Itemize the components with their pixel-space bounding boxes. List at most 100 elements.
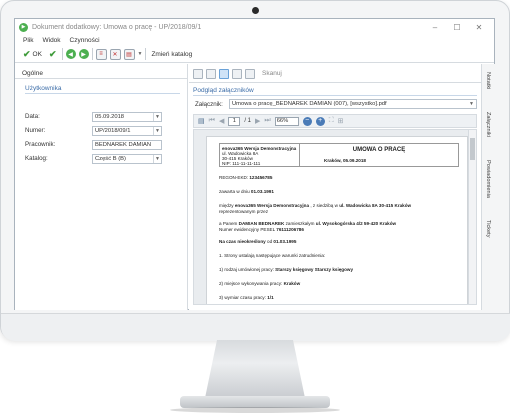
number-field[interactable]: UP/2018/09/1 ▼ xyxy=(92,126,162,136)
employer-address: ul. Wadowicka 8A 30-415 Kraków xyxy=(339,203,412,208)
conditions-line: 1. Strony ustalają następujące warunki z… xyxy=(219,253,326,258)
document-title: UMOWA O PRACĘ xyxy=(352,147,406,153)
toolbar-divider xyxy=(91,48,93,60)
chevron-down-icon[interactable]: ▼ xyxy=(153,155,161,163)
copy-attachment-icon[interactable] xyxy=(206,68,216,79)
add-attachment-icon[interactable] xyxy=(193,68,203,79)
page-total: / 1 xyxy=(244,118,251,124)
save-icon[interactable] xyxy=(245,68,255,79)
vertical-scrollbar[interactable] xyxy=(468,130,476,304)
ok-button[interactable]: ✔ OK xyxy=(21,48,44,61)
change-catalog-label: Zmień katalog xyxy=(151,50,193,58)
chevron-down-icon[interactable]: ▼ xyxy=(153,127,161,135)
last-page-icon[interactable]: ⏭ xyxy=(264,117,270,125)
workplace-value: Kraków xyxy=(283,281,301,286)
monitor-stand xyxy=(205,340,305,398)
employer-name: enova365 Wersja Demonstracyjna xyxy=(234,203,310,208)
camera-dot xyxy=(252,7,259,14)
grid-icon[interactable] xyxy=(232,68,242,79)
tab-divider xyxy=(15,78,188,79)
date-field[interactable]: 05.09.2018 ▼ xyxy=(92,112,162,122)
residing-text: zamieszkałym xyxy=(284,221,316,226)
worktime-label: 3) wymiar czasu pracy: xyxy=(219,295,268,300)
close-button[interactable]: ✕ xyxy=(468,23,490,32)
scan-button[interactable]: Skanuj xyxy=(262,70,282,77)
seat-text: , z siedzibą w xyxy=(309,203,340,208)
workplace-line: 2) miejsce wykonywania pracy: Kraków xyxy=(219,281,300,286)
app-icon: ▶ xyxy=(19,22,28,32)
title-block: UMOWA O PRACĘ Kraków, 05.09.2018 xyxy=(300,144,458,166)
zoom-out-icon[interactable]: − xyxy=(302,116,312,126)
maximize-button[interactable]: ☐ xyxy=(446,23,468,32)
menu-bar: Plik Widok Czynności xyxy=(15,35,494,46)
attachment-value: Umowa o pracę_BEDNAREK DAMIAN (007), [ws… xyxy=(232,101,387,107)
prev-page-icon[interactable]: ◀ xyxy=(219,117,224,125)
left-panel: Ogólne Użytkownika Data: 05.09.2018 ▼ Nu… xyxy=(15,64,188,310)
page-input[interactable]: 1 xyxy=(228,116,241,126)
attachment-toolbar: Skanuj xyxy=(193,67,282,80)
employee-field[interactable]: BEDNAREK DAMIAN xyxy=(92,140,162,150)
menu-czynnosci[interactable]: Czynności xyxy=(70,37,100,44)
zoom-in-icon[interactable]: + xyxy=(315,116,325,126)
right-panel: Skanuj Podgląd załączników Załącznik: Um… xyxy=(189,64,481,310)
tab-powiadomienia[interactable]: Powiadomienia xyxy=(485,160,491,198)
forward-arrow-icon[interactable]: ▶ xyxy=(78,49,89,59)
employee-address: ul. Wysokogórska 4/2 59-420 Kraków xyxy=(315,221,397,226)
tab-tickety[interactable]: Tickety xyxy=(485,220,491,238)
date-label: Data: xyxy=(25,113,40,120)
period-type: Na czas nieokreślony xyxy=(219,239,266,244)
pesel-value: 76111206786 xyxy=(276,227,304,232)
ok-label: OK xyxy=(32,50,42,58)
app-window: ▶ Dokument dodatkowy: Umowa o pracę - UP… xyxy=(14,18,496,310)
print-icon[interactable]: ▤ xyxy=(123,48,135,60)
attachment-label: Załącznik: xyxy=(195,101,223,108)
preview-title: Podgląd załączników xyxy=(193,87,254,94)
employee-name: DAMIAN BEDNAREK xyxy=(238,221,285,226)
window-title: Dokument dodatkowy: Umowa o pracę - UP/2… xyxy=(32,23,202,31)
attachment-select[interactable]: Umowa o pracę_BEDNAREK DAMIAN (007), [ws… xyxy=(229,99,477,109)
print-icon[interactable]: ▤ xyxy=(198,117,205,125)
title-bar: ▶ Dokument dodatkowy: Umowa o pracę - UP… xyxy=(15,19,494,35)
regon-label: REGON-EKD: xyxy=(219,175,250,180)
catalog-field[interactable]: Część B (B) ▼ xyxy=(92,154,162,164)
dropdown-arrow-icon[interactable]: ▼ xyxy=(138,51,143,57)
catalog-label: Katalog: xyxy=(25,155,48,162)
stand-shadow xyxy=(170,407,340,413)
group-title: Użytkownika xyxy=(25,85,62,92)
tab-ogolne[interactable]: Ogólne xyxy=(19,69,46,78)
back-arrow-icon[interactable]: ◀ xyxy=(65,49,76,59)
between-text: między xyxy=(219,203,235,208)
employee-label: Pracownik: xyxy=(25,141,56,148)
delete-icon[interactable]: ✕ xyxy=(109,48,121,60)
tab-notatki[interactable]: Notatki xyxy=(485,72,491,89)
concluded-date: 01.03.1991 xyxy=(250,189,274,194)
apply-button[interactable]: ✔ xyxy=(47,48,59,61)
job-type-label: 1) rodzaj umówionej pracy: xyxy=(219,267,276,272)
menu-widok[interactable]: Widok xyxy=(42,37,60,44)
job-type-line: 1) rodzaj umówionej pracy: Starszy księg… xyxy=(219,267,353,272)
tree-icon[interactable]: ≡ xyxy=(95,48,107,60)
tab-zalaczniki[interactable]: Załączniki xyxy=(485,112,491,137)
monitor-chin xyxy=(1,313,510,341)
concluded-label: zawarta w dniu xyxy=(219,189,251,194)
menu-plik[interactable]: Plik xyxy=(23,37,33,44)
fit-width-icon[interactable]: ⊞ xyxy=(338,117,344,125)
zoom-select[interactable]: 66% xyxy=(274,116,299,126)
chevron-down-icon[interactable]: ▼ xyxy=(153,113,161,121)
catalog-value: Część B (B) xyxy=(95,156,126,162)
period-line: Na czas nieokreślony od 01.03.1995 xyxy=(219,239,296,244)
toolbar: ✔ OK ✔ ◀ ▶ ≡ ✕ ▤ ▼ Zmień katalog xyxy=(15,46,494,63)
pdf-viewer[interactable]: enova365 Wersja Demonstracyjna ul. Wadow… xyxy=(193,129,477,305)
change-catalog-button[interactable]: Zmień katalog xyxy=(149,48,194,61)
period-date: 01.03.1995 xyxy=(273,239,297,244)
fit-page-icon[interactable]: ⛶ xyxy=(329,117,334,125)
check-icon: ✔ xyxy=(48,48,57,59)
preview-icon[interactable] xyxy=(219,68,229,79)
next-page-icon[interactable]: ▶ xyxy=(255,117,260,125)
group-divider xyxy=(25,93,180,94)
scrollbar-thumb[interactable] xyxy=(470,138,475,160)
first-page-icon[interactable]: ⏮ xyxy=(209,117,215,125)
minimize-button[interactable]: – xyxy=(424,23,446,32)
and-text: a Panem xyxy=(219,221,239,226)
chevron-down-icon[interactable]: ▼ xyxy=(467,100,476,108)
